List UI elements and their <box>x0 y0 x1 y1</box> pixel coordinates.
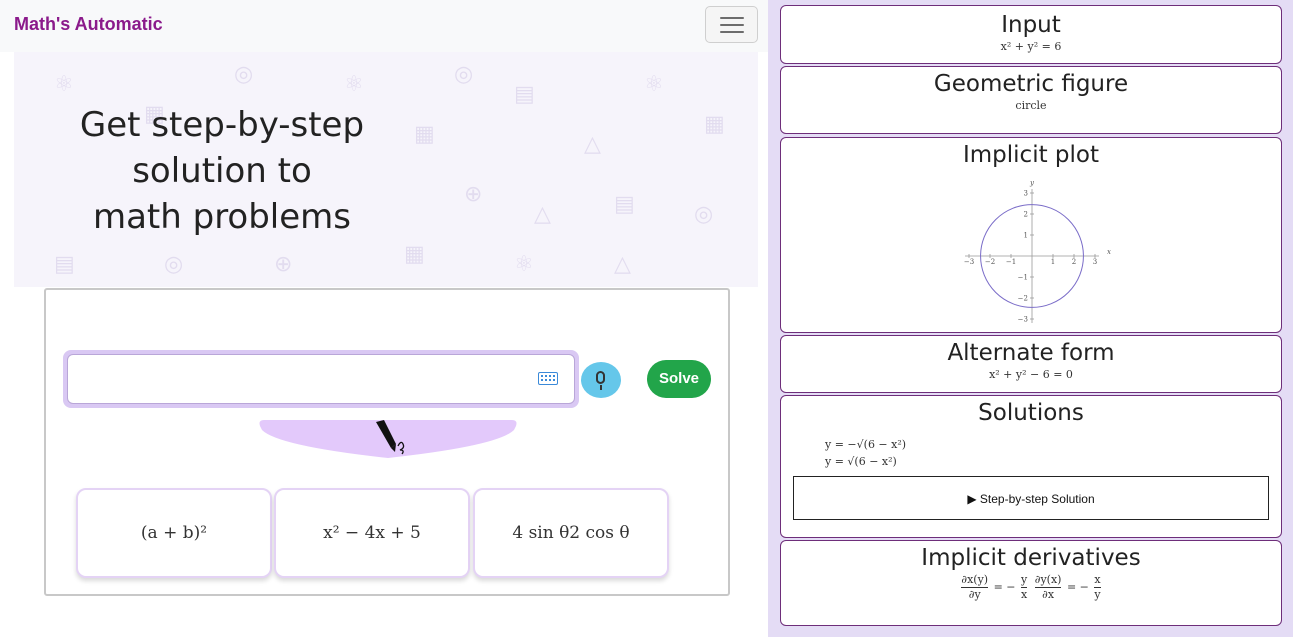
x-tick-label: −1 <box>1006 258 1016 266</box>
x-tick-label: 3 <box>1093 258 1097 266</box>
hero-line: math problems <box>92 197 352 237</box>
pod-value: x² + y² − 6 = 0 <box>989 368 1073 381</box>
microphone-icon <box>596 371 605 384</box>
pattern-icon: ⚛ <box>644 72 664 97</box>
pattern-icon: ▤ <box>614 192 635 217</box>
pattern-icon: ⚛ <box>54 72 74 97</box>
x-tick-label: −3 <box>964 258 974 266</box>
hero-line: solution to <box>132 151 312 191</box>
pattern-icon: ▦ <box>704 112 725 137</box>
derivative-formula: ∂x(y) ∂y = − yx ∂y(x) ∂x = − xy <box>961 573 1101 601</box>
step-by-step-button[interactable]: ▶ Step-by-step Solution <box>793 476 1269 520</box>
pattern-icon: ▦ <box>404 242 425 267</box>
pattern-icon: ▤ <box>514 82 535 107</box>
solution-item: y = −√(6 − x²) <box>825 438 907 451</box>
x-tick-label: 2 <box>1072 258 1076 266</box>
math-input-wrapper <box>63 350 579 408</box>
results-panel: Input x² + y² = 6 Geometric figure circl… <box>768 0 1293 637</box>
y-axis-label: y <box>1029 179 1035 187</box>
hero-banner: ⚛ ▦ ◎ ⚛ ▦ ◎ ▤ △ ⚛ ▦ ⊕ △ ▤ ◎ ▦ ⚛ △ ▤ ◎ ⊕ … <box>14 52 758 287</box>
y-tick-label: 1 <box>1024 232 1028 240</box>
fraction: ∂y(x) ∂x <box>1034 573 1062 601</box>
pattern-icon: ⊕ <box>464 182 483 207</box>
pattern-icon: ◎ <box>164 252 184 277</box>
voice-input-button[interactable] <box>581 362 621 398</box>
pod-title: Implicit derivatives <box>921 545 1141 571</box>
hamburger-icon <box>720 31 744 33</box>
pod-title: Solutions <box>978 400 1084 426</box>
solutions-pod: Solutions y = −√(6 − x²) y = √(6 − x²) ▶… <box>780 395 1282 538</box>
solution-item: y = √(6 − x²) <box>825 455 897 468</box>
input-pod: Input x² + y² = 6 <box>780 5 1282 64</box>
example-card[interactable]: x² − 4x + 5 <box>274 488 470 578</box>
example-card[interactable]: 4 sin θ2 cos θ <box>473 488 669 578</box>
pattern-icon: ◎ <box>234 62 254 87</box>
pattern-icon: △ <box>584 132 601 157</box>
pod-value: x² + y² = 6 <box>1000 40 1062 53</box>
example-list: (a + b)² x² − 4x + 5 4 sin θ2 cos θ <box>76 488 672 578</box>
solution-list: y = −√(6 − x²) y = √(6 − x²) <box>825 436 906 470</box>
pod-value: circle <box>1015 99 1047 112</box>
pattern-icon: ⚛ <box>344 72 364 97</box>
pattern-icon: ⚛ <box>514 252 534 277</box>
pattern-icon: △ <box>614 252 631 277</box>
hero-heading: Get step-by-step solution to math proble… <box>44 102 400 240</box>
hero-line: Get step-by-step <box>79 105 365 145</box>
microphone-icon <box>600 385 602 390</box>
x-tick-label: 1 <box>1051 258 1055 266</box>
geometric-figure-pod: Geometric figure circle <box>780 66 1282 134</box>
fraction: yx <box>1021 573 1028 601</box>
y-tick-label: −3 <box>1018 316 1028 324</box>
pattern-icon: ▦ <box>414 122 435 147</box>
y-tick-label: −1 <box>1018 274 1028 282</box>
triangle-right-icon: ▶ <box>967 492 980 506</box>
solver-card: Solve (a + b)² x² − 4x + 5 4 sin θ2 cos … <box>44 288 730 596</box>
keyboard-icon[interactable] <box>538 372 558 385</box>
handwriting-tab[interactable] <box>258 416 518 458</box>
pod-title: Implicit plot <box>962 142 1099 168</box>
x-axis-label: x <box>1107 248 1111 256</box>
example-card[interactable]: (a + b)² <box>76 488 272 578</box>
pattern-icon: ◎ <box>454 62 474 87</box>
step-by-step-label: Step-by-step Solution <box>979 492 1095 506</box>
pattern-icon: ◎ <box>694 202 714 227</box>
brand-logo[interactable]: Math's Automatic <box>14 14 163 35</box>
left-panel: Math's Automatic ⚛ ▦ ◎ ⚛ ▦ ◎ ▤ △ ⚛ ▦ ⊕ △… <box>0 0 768 637</box>
pod-title: Alternate form <box>947 340 1115 366</box>
menu-toggle-button[interactable] <box>705 6 758 43</box>
alternate-form-pod: Alternate form x² + y² − 6 = 0 <box>780 335 1282 393</box>
pod-title: Geometric figure <box>933 71 1129 97</box>
fraction: xy <box>1094 573 1101 601</box>
hamburger-icon <box>720 24 744 26</box>
implicit-plot-pod: Implicit plot −3 −2 −1 1 2 3 −3 −2 −1 1 2 3 x y <box>780 137 1282 333</box>
y-tick-label: 2 <box>1024 211 1028 219</box>
implicit-plot-chart: −3 −2 −1 1 2 3 −3 −2 −1 1 2 3 x y <box>964 179 1111 324</box>
pattern-icon: △ <box>534 202 551 227</box>
math-input[interactable] <box>67 354 575 404</box>
fraction: ∂x(y) ∂y <box>961 573 989 601</box>
hamburger-icon <box>720 17 744 19</box>
y-tick-label: 3 <box>1024 190 1028 198</box>
solve-button[interactable]: Solve <box>647 360 711 398</box>
x-tick-label: −2 <box>985 258 995 266</box>
y-tick-label: −2 <box>1018 295 1028 303</box>
navbar: Math's Automatic <box>0 0 768 52</box>
pod-title: Input <box>1001 12 1061 38</box>
implicit-derivatives-pod: Implicit derivatives ∂x(y) ∂y = − yx ∂y(x… <box>780 540 1282 626</box>
pattern-icon: ▤ <box>54 252 75 277</box>
pattern-icon: ⊕ <box>274 252 293 277</box>
